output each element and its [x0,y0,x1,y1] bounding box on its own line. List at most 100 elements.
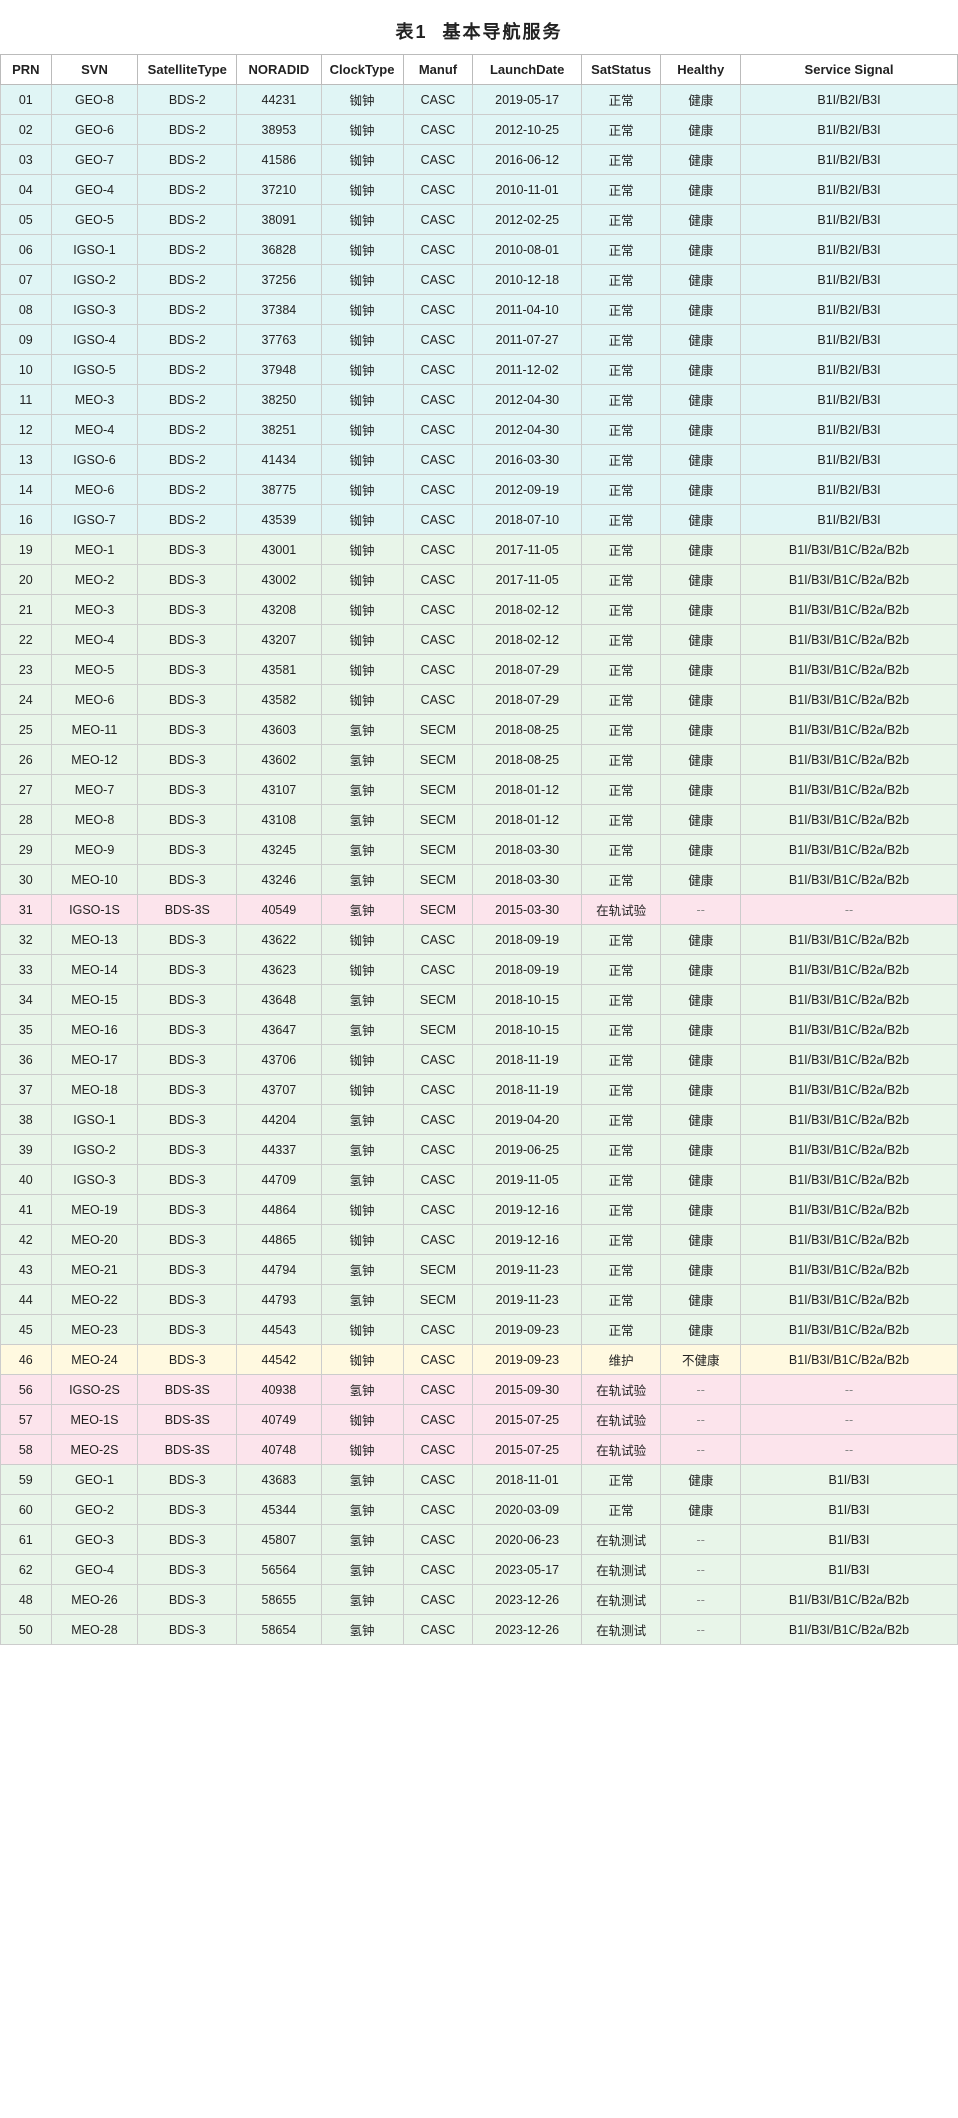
cell-noradid: 44794 [237,1255,321,1285]
cell-noradid: 43581 [237,655,321,685]
cell-clock: 铷钟 [321,625,403,655]
cell-status: 正常 [581,865,661,895]
cell-prn: 19 [1,535,52,565]
cell-noradid: 43647 [237,1015,321,1045]
cell-prn: 23 [1,655,52,685]
cell-signal: B1I/B3I/B1C/B2a/B2b [740,1015,957,1045]
cell-manuf: CASC [403,1315,473,1345]
cell-status: 正常 [581,535,661,565]
cell-noradid: 44204 [237,1105,321,1135]
cell-signal: B1I/B3I [740,1555,957,1585]
cell-manuf: CASC [403,1225,473,1255]
cell-clock: 铷钟 [321,355,403,385]
cell-manuf: CASC [403,235,473,265]
cell-launch: 2015-07-25 [473,1435,581,1465]
cell-svn: MEO-11 [51,715,138,745]
cell-status: 正常 [581,565,661,595]
cell-status: 正常 [581,1075,661,1105]
cell-prn: 59 [1,1465,52,1495]
cell-signal: B1I/B3I/B1C/B2a/B2b [740,1105,957,1135]
cell-prn: 31 [1,895,52,925]
cell-launch: 2011-04-10 [473,295,581,325]
cell-type: BDS-2 [138,295,237,325]
cell-clock: 铷钟 [321,175,403,205]
cell-prn: 02 [1,115,52,145]
table-row: 28 MEO-8 BDS-3 43108 氢钟 SECM 2018-01-12 … [1,805,958,835]
cell-manuf: CASC [403,565,473,595]
cell-signal: B1I/B3I/B1C/B2a/B2b [740,745,957,775]
cell-launch: 2019-05-17 [473,85,581,115]
cell-healthy: -- [661,1405,741,1435]
cell-manuf: CASC [403,1195,473,1225]
cell-svn: MEO-1 [51,535,138,565]
cell-clock: 氢钟 [321,775,403,805]
cell-type: BDS-3S [138,1435,237,1465]
cell-prn: 27 [1,775,52,805]
cell-launch: 2012-04-30 [473,415,581,445]
cell-healthy: 健康 [661,955,741,985]
cell-launch: 2018-08-25 [473,745,581,775]
cell-manuf: SECM [403,985,473,1015]
cell-clock: 铷钟 [321,265,403,295]
cell-prn: 40 [1,1165,52,1195]
cell-svn: MEO-2S [51,1435,138,1465]
cell-noradid: 40749 [237,1405,321,1435]
cell-manuf: CASC [403,1585,473,1615]
cell-launch: 2018-10-15 [473,1015,581,1045]
cell-healthy: 健康 [661,925,741,955]
cell-type: BDS-3 [138,805,237,835]
cell-status: 正常 [581,655,661,685]
cell-svn: IGSO-1 [51,1105,138,1135]
cell-healthy: 健康 [661,1045,741,1075]
cell-signal: B1I/B2I/B3I [740,205,957,235]
cell-type: BDS-2 [138,235,237,265]
cell-status: 正常 [581,1225,661,1255]
cell-manuf: CASC [403,1165,473,1195]
cell-status: 正常 [581,355,661,385]
cell-svn: MEO-23 [51,1315,138,1345]
table-row: 61 GEO-3 BDS-3 45807 氢钟 CASC 2020-06-23 … [1,1525,958,1555]
table-row: 59 GEO-1 BDS-3 43683 氢钟 CASC 2018-11-01 … [1,1465,958,1495]
cell-prn: 56 [1,1375,52,1405]
cell-type: BDS-3 [138,535,237,565]
cell-clock: 氢钟 [321,895,403,925]
cell-noradid: 45344 [237,1495,321,1525]
cell-launch: 2012-02-25 [473,205,581,235]
cell-status: 正常 [581,1015,661,1045]
cell-clock: 氢钟 [321,985,403,1015]
cell-type: BDS-3S [138,895,237,925]
cell-healthy: 健康 [661,625,741,655]
cell-type: BDS-2 [138,325,237,355]
cell-prn: 50 [1,1615,52,1645]
table-row: 40 IGSO-3 BDS-3 44709 氢钟 CASC 2019-11-05… [1,1165,958,1195]
cell-noradid: 43623 [237,955,321,985]
cell-prn: 08 [1,295,52,325]
cell-signal: B1I/B3I/B1C/B2a/B2b [740,1345,957,1375]
cell-svn: GEO-1 [51,1465,138,1495]
cell-manuf: CASC [403,355,473,385]
cell-status: 在轨测试 [581,1615,661,1645]
cell-status: 正常 [581,115,661,145]
cell-status: 在轨测试 [581,1555,661,1585]
cell-svn: MEO-12 [51,745,138,775]
cell-noradid: 44542 [237,1345,321,1375]
table-row: 24 MEO-6 BDS-3 43582 铷钟 CASC 2018-07-29 … [1,685,958,715]
cell-signal: B1I/B3I/B1C/B2a/B2b [740,1315,957,1345]
cell-noradid: 43208 [237,595,321,625]
cell-prn: 48 [1,1585,52,1615]
cell-launch: 2020-03-09 [473,1495,581,1525]
cell-noradid: 40938 [237,1375,321,1405]
cell-clock: 铷钟 [321,235,403,265]
cell-status: 正常 [581,415,661,445]
cell-manuf: SECM [403,895,473,925]
cell-noradid: 43602 [237,745,321,775]
cell-signal: -- [740,1435,957,1465]
cell-healthy: 健康 [661,1285,741,1315]
cell-status: 正常 [581,295,661,325]
cell-healthy: 健康 [661,85,741,115]
table-row: 10 IGSO-5 BDS-2 37948 铷钟 CASC 2011-12-02… [1,355,958,385]
cell-svn: MEO-20 [51,1225,138,1255]
cell-signal: B1I/B2I/B3I [740,475,957,505]
cell-status: 在轨试验 [581,895,661,925]
cell-prn: 13 [1,445,52,475]
